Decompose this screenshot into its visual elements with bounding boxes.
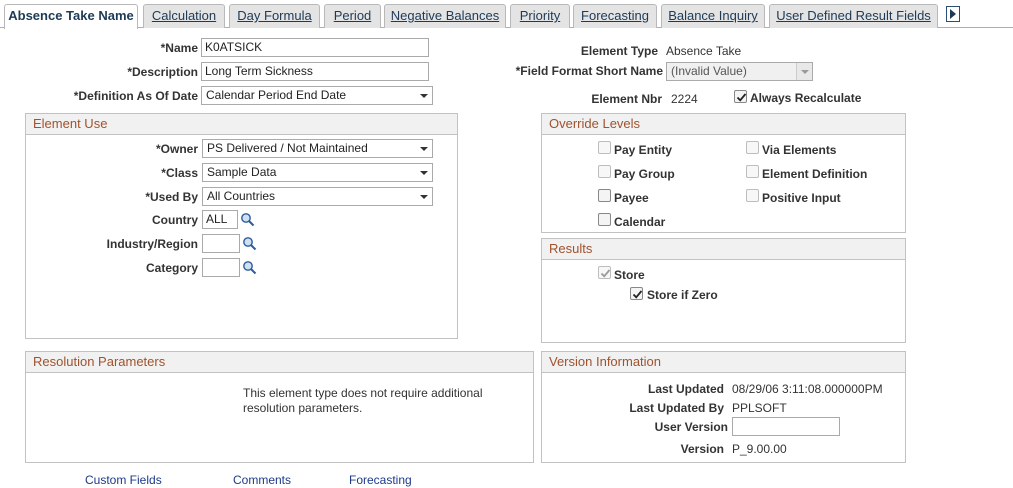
element-definition-checkbox[interactable] [746,165,759,178]
element-use-title: Element Use [26,114,457,135]
category-label: Category [145,261,198,275]
tab-user-defined-result-fields[interactable]: User Defined Result Fields [769,4,938,28]
version-information-title: Version Information [542,352,905,373]
tab-priority[interactable]: Priority [510,4,570,28]
name-label: *Name [160,41,198,55]
store-label: Store [614,268,645,282]
user-version-label: User Version [654,420,728,434]
search-icon[interactable] [240,212,255,227]
chevron-down-icon [420,147,428,151]
results-group: Results [541,238,906,343]
payee-checkbox[interactable] [598,189,611,202]
payee-label: Payee [614,191,649,205]
class-select[interactable]: Sample Data [202,163,433,182]
last-updated-by-value: PPLSOFT [732,401,787,415]
tab-negative-balances[interactable]: Negative Balances [384,4,506,28]
country-label: Country [152,213,198,227]
store-if-zero-label: Store if Zero [647,288,718,302]
element-nbr-value: 2224 [671,92,698,106]
field-format-value: (Invalid Value) [671,64,747,78]
definition-as-of-date-label: *Definition As Of Date [73,89,198,103]
field-format-select: (Invalid Value) [666,62,813,81]
tab-balance-inquiry[interactable]: Balance Inquiry [661,4,765,28]
description-label: *Description [127,65,198,79]
calendar-checkbox[interactable] [598,213,611,226]
user-version-field[interactable] [732,417,840,436]
pay-group-label: Pay Group [614,167,675,181]
resolution-note-line-2: resolution parameters. [243,401,363,415]
tab-bar: Absence Take Name Calculation Day Formul… [0,0,1013,29]
class-value: Sample Data [207,165,277,179]
field-format-label: *Field Format Short Name [515,64,663,78]
always-recalculate-checkbox[interactable] [734,90,747,103]
positive-input-label: Positive Input [762,191,841,205]
override-levels-title: Override Levels [542,114,905,135]
chevron-down-icon [796,63,812,80]
tab-absence-take-name[interactable]: Absence Take Name [4,4,138,29]
used-by-select[interactable]: All Countries [202,187,433,206]
used-by-value: All Countries [207,189,276,203]
element-type-label: Element Type [580,44,658,58]
search-icon[interactable] [242,260,257,275]
version-label: Version [680,442,724,456]
last-updated-value: 08/29/06 3:11:08.000000PM [732,382,883,396]
last-updated-label: Last Updated [647,382,724,396]
pay-group-checkbox[interactable] [598,165,611,178]
next-tab-arrow-icon[interactable] [946,6,960,22]
owner-label: *Owner [155,142,198,156]
name-field[interactable]: K0ATSICK [201,38,429,57]
description-field[interactable]: Long Term Sickness [201,62,429,81]
class-label: *Class [161,166,198,180]
tab-forecasting[interactable]: Forecasting [573,4,657,28]
industry-region-label: Industry/Region [106,237,198,251]
owner-select[interactable]: PS Delivered / Not Maintained [202,139,433,158]
forecasting-link[interactable]: Forecasting [349,473,412,487]
industry-region-field[interactable] [202,234,240,253]
resolution-parameters-title: Resolution Parameters [26,352,533,373]
used-by-label: *Used By [145,190,198,204]
pay-entity-label: Pay Entity [614,143,673,157]
results-title: Results [542,239,905,260]
tab-day-formula[interactable]: Day Formula [229,4,320,28]
positive-input-checkbox[interactable] [746,189,759,202]
chevron-down-icon [420,195,428,199]
chevron-down-icon [420,94,428,98]
comments-link[interactable]: Comments [233,473,291,487]
store-if-zero-checkbox[interactable] [630,287,643,300]
last-updated-by-label: Last Updated By [629,401,724,415]
category-field[interactable] [202,258,240,277]
tab-period[interactable]: Period [324,4,381,28]
always-recalculate-label: Always Recalculate [750,91,862,105]
store-checkbox [598,266,611,279]
element-nbr-label: Element Nbr [591,92,662,106]
chevron-down-icon [420,171,428,175]
calendar-label: Calendar [614,215,666,229]
custom-fields-link[interactable]: Custom Fields [85,473,162,487]
resolution-note-line-1: This element type does not require addit… [243,386,483,400]
pay-entity-checkbox[interactable] [598,141,611,154]
element-type-value: Absence Take [666,44,742,58]
element-definition-label: Element Definition [762,167,868,181]
search-icon[interactable] [242,236,257,251]
definition-as-of-date-select[interactable]: Calendar Period End Date [201,86,433,105]
definition-as-of-date-value: Calendar Period End Date [206,88,347,102]
country-field[interactable]: ALL [202,210,238,229]
version-value: P_9.00.00 [732,442,787,456]
via-elements-checkbox[interactable] [746,141,759,154]
owner-value: PS Delivered / Not Maintained [207,141,368,155]
via-elements-label: Via Elements [762,143,837,157]
tab-calculation[interactable]: Calculation [143,4,225,28]
